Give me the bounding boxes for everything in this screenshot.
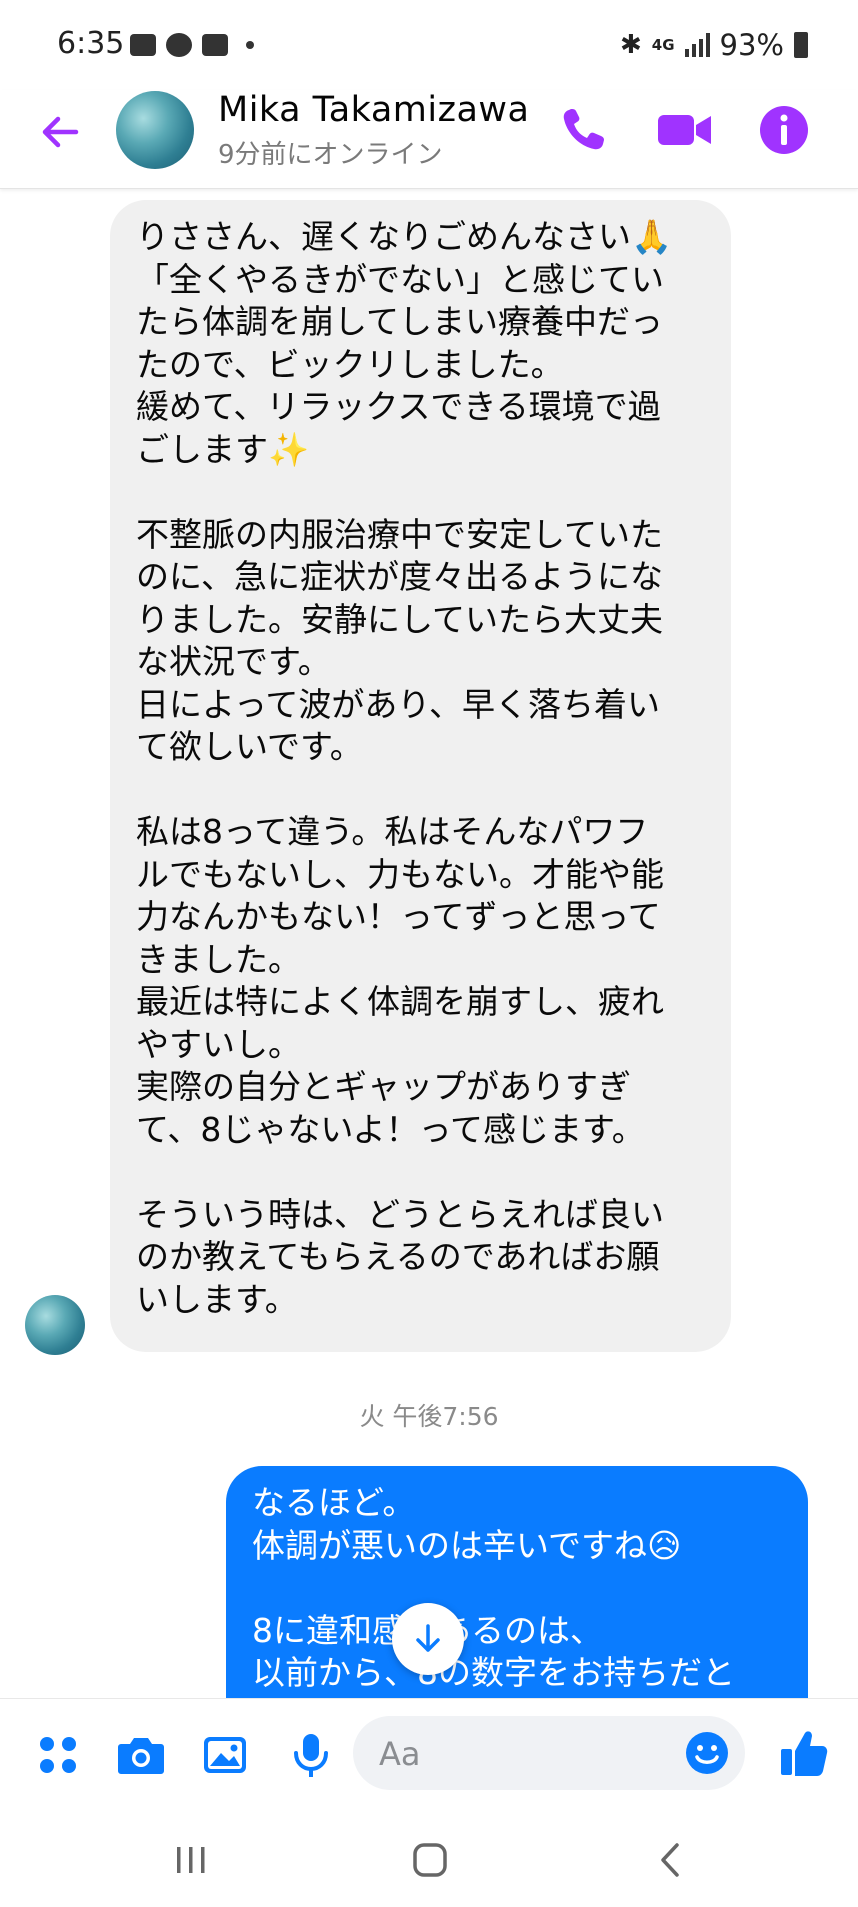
apps-grid-icon[interactable]	[32, 1729, 84, 1781]
bluetooth-icon: ✱	[619, 30, 642, 60]
gallery-notification-icon	[130, 34, 156, 56]
battery-percent: 93%	[719, 28, 784, 62]
status-bar: 6:35 ✱ 4G 93%	[0, 0, 858, 90]
message-input[interactable]	[377, 1716, 671, 1792]
contact-avatar[interactable]	[116, 91, 194, 169]
system-indicators: ✱ 4G 93%	[620, 28, 808, 62]
thumbs-up-icon[interactable]	[778, 1725, 830, 1777]
network-type: 4G	[651, 36, 675, 54]
battery-icon	[794, 32, 808, 58]
message-input-container	[353, 1716, 745, 1792]
microphone-icon[interactable]	[285, 1729, 337, 1781]
outgoing-message-text: なるほど。 体調が悪いのは辛いですね😥 8に違和感があるのは、 以前から、8の数…	[252, 1483, 735, 1692]
video-camera-icon[interactable]	[655, 102, 711, 158]
message-composer	[0, 1698, 858, 1814]
nav-back-icon[interactable]	[646, 1835, 696, 1885]
line-notification-icon	[166, 33, 192, 57]
youtube-notification-icon	[202, 34, 228, 56]
contact-status: 9分前にオンライン	[218, 140, 443, 170]
scroll-to-bottom-button[interactable]	[392, 1603, 464, 1675]
camera-icon[interactable]	[115, 1729, 167, 1781]
more-notifications-icon	[246, 41, 254, 49]
info-icon[interactable]	[756, 102, 812, 158]
sender-avatar[interactable]	[25, 1295, 85, 1355]
gallery-icon[interactable]	[199, 1729, 251, 1781]
signal-icon	[684, 33, 710, 57]
arrow-down-icon	[416, 1624, 440, 1652]
phone-icon[interactable]	[555, 102, 611, 158]
system-navigation-bar	[0, 1813, 858, 1907]
emoji-icon[interactable]	[681, 1727, 733, 1779]
recent-apps-icon[interactable]	[166, 1835, 216, 1885]
home-icon[interactable]	[405, 1835, 455, 1885]
message-timestamp: 火 午後7:56	[359, 1402, 499, 1431]
notification-icons	[130, 33, 254, 57]
incoming-message-bubble[interactable]: りささん、遅くなりごめんなさい🙏 「全くやるきがでない」と感じてい たら体調を崩…	[110, 200, 731, 1352]
incoming-message-text: りささん、遅くなりごめんなさい🙏 「全くやるきがでない」と感じてい たら体調を崩…	[136, 217, 673, 1319]
conversation-header: Mika Takamizawa 9分前にオンライン	[0, 90, 858, 189]
contact-name[interactable]: Mika Takamizawa	[218, 90, 530, 130]
back-arrow-icon[interactable]	[36, 108, 84, 156]
status-time: 6:35	[57, 26, 125, 61]
